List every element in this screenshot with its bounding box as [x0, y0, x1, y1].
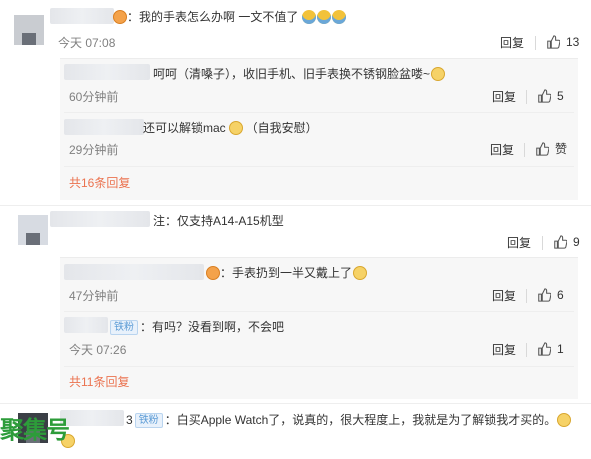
reply-text: 呵呵（清嗓子），收旧手机、旧手表换不锈钢脸盆喽~	[153, 66, 446, 82]
reply-divider	[64, 166, 574, 167]
username-blurred[interactable]	[50, 211, 150, 227]
comment-time: 今天 07:08	[58, 36, 116, 50]
reply-divider	[64, 366, 574, 367]
thumb-up-icon	[536, 142, 549, 156]
username-blurred[interactable]	[64, 264, 204, 280]
avatar[interactable]	[14, 15, 44, 45]
like-button[interactable]: 赞	[535, 141, 567, 157]
reply-text: 铁粉 ：有吗？没看到啊，不会吧	[108, 319, 284, 335]
fan-badge: 铁粉	[134, 413, 163, 428]
like-button[interactable]: 6	[537, 287, 564, 303]
heart-emoji-icon	[206, 266, 220, 280]
reply-text: 还可以解锁mac （自我安慰）	[143, 121, 318, 135]
doge-emoji-icon	[228, 121, 243, 135]
username-suffix: 3	[126, 413, 133, 427]
laugh-emoji-icon	[557, 413, 572, 427]
more-replies-link[interactable]: 共11条回复	[69, 374, 129, 390]
doge-emoji-icon	[431, 67, 446, 81]
reply-button[interactable]: 回复	[490, 142, 514, 158]
sweat-smile-emoji-icon	[317, 10, 332, 24]
like-button[interactable]: 5	[537, 88, 564, 104]
reply-divider	[64, 311, 574, 312]
reply-divider	[64, 112, 574, 113]
reply-button[interactable]: 回复	[507, 235, 531, 251]
thumb-up-icon	[538, 342, 551, 356]
username-blurred[interactable]	[64, 64, 150, 80]
comment-divider	[0, 205, 591, 206]
like-button[interactable]: 9	[553, 234, 580, 250]
like-count: 9	[573, 235, 580, 249]
action-separator	[524, 143, 525, 157]
comment-text: 3 铁粉 ：白买Apple Watch了，说真的，很大程度上，我就是为了解锁我才买的…	[126, 412, 572, 428]
thumb-up-icon	[538, 288, 551, 302]
like-count: 5	[557, 89, 564, 103]
comment-text: ：我的手表怎么办啊 一文不值了	[112, 9, 347, 25]
username-blurred[interactable]	[64, 317, 108, 333]
thumb-up-icon	[538, 89, 551, 103]
sweat-smile-emoji-icon	[332, 10, 347, 24]
like-count: 6	[557, 288, 564, 302]
watermark-logo: 聚集号	[0, 416, 70, 444]
more-replies-link[interactable]: 共16条回复	[69, 175, 130, 191]
sweat-smile-emoji-icon	[302, 10, 317, 24]
action-separator	[526, 343, 527, 357]
thumb-up-icon	[547, 35, 560, 49]
reply-time: 47分钟前	[69, 289, 119, 303]
thumb-up-icon	[554, 235, 567, 249]
like-button[interactable]: 1	[537, 341, 564, 357]
reply-button[interactable]: 回复	[492, 89, 516, 105]
action-separator	[542, 236, 543, 250]
reply-time: 29分钟前	[69, 143, 119, 157]
like-button[interactable]: 13	[546, 34, 579, 50]
reply-button[interactable]: 回复	[492, 288, 516, 304]
avatar[interactable]	[18, 215, 48, 245]
action-separator	[526, 90, 527, 104]
action-separator	[526, 289, 527, 303]
reply-time: 60分钟前	[69, 90, 119, 104]
comment-text: 注：仅支持A14-A15机型	[153, 214, 284, 228]
username-blurred[interactable]	[60, 410, 124, 426]
username-blurred[interactable]	[64, 119, 144, 135]
like-label: 赞	[555, 142, 568, 156]
like-count: 1	[557, 342, 564, 356]
reply-time: 今天 07:26	[69, 343, 127, 357]
reply-button[interactable]: 回复	[492, 342, 516, 358]
heart-emoji-icon	[113, 10, 127, 24]
like-count: 13	[566, 35, 580, 49]
reply-text: ：手表扔到一半又戴上了	[205, 265, 368, 281]
reply-button[interactable]: 回复	[500, 35, 524, 51]
doge-emoji-icon	[353, 266, 368, 280]
username-blurred[interactable]	[50, 8, 114, 24]
comment-divider	[0, 403, 591, 404]
action-separator	[535, 36, 536, 50]
fan-badge: 铁粉	[110, 320, 138, 335]
